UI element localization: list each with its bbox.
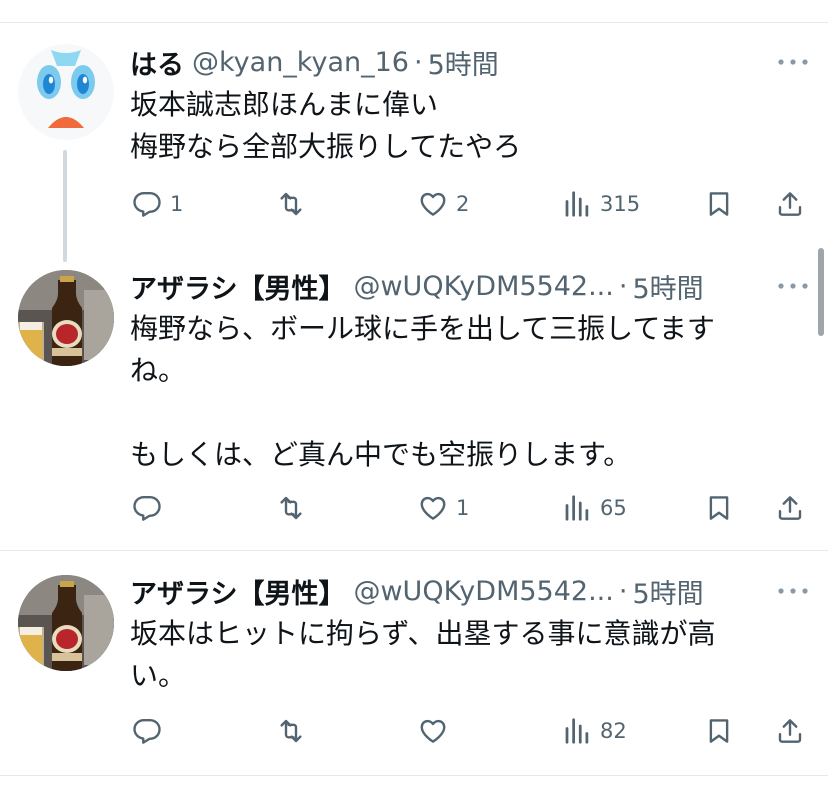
- like-button[interactable]: [418, 711, 456, 751]
- views-button[interactable]: 82: [562, 711, 627, 751]
- reply-button[interactable]: 1: [132, 184, 183, 224]
- like-icon: [418, 716, 448, 746]
- bottom-divider: [0, 775, 828, 776]
- bookmark-button[interactable]: [704, 488, 734, 528]
- retweet-button[interactable]: [276, 711, 314, 751]
- avatar[interactable]: [18, 575, 114, 671]
- more-icon[interactable]: [776, 581, 810, 601]
- avatar[interactable]: [18, 270, 114, 366]
- retweet-button[interactable]: [276, 184, 314, 224]
- round-creature-avatar-icon: [18, 44, 114, 140]
- views-icon: [562, 189, 592, 219]
- views-button[interactable]: 315: [562, 184, 640, 224]
- like-button[interactable]: 1: [418, 488, 469, 528]
- thread-line: [63, 150, 67, 262]
- share-icon: [775, 189, 805, 219]
- views-count: 315: [600, 192, 641, 216]
- like-icon: [418, 189, 448, 219]
- display-name[interactable]: アザラシ【男性】: [130, 267, 345, 306]
- share-button[interactable]: [775, 711, 805, 751]
- reply-count: 1: [170, 192, 184, 216]
- tweet-header: はる @kyan_kyan_16 · 5時間: [130, 43, 499, 82]
- share-button[interactable]: [775, 184, 805, 224]
- bookmark-icon: [704, 189, 734, 219]
- user-handle[interactable]: @wUQKyDM5542...: [353, 271, 613, 302]
- tweet-text: 梅野なら、ボール球に手を出して三振してます ね。 もしくは、ど真ん中でも空振りし…: [130, 312, 715, 471]
- views-count: 65: [600, 496, 627, 520]
- like-count: 1: [456, 496, 470, 520]
- timestamp[interactable]: 5時間: [632, 267, 703, 306]
- timestamp[interactable]: 5時間: [428, 43, 499, 82]
- more-icon[interactable]: [776, 276, 810, 296]
- reply-button[interactable]: [132, 488, 170, 528]
- retweet-icon: [276, 716, 306, 746]
- tweet-2[interactable]: アザラシ【男性】 @wUQKyDM5542... · 5時間 梅野なら、ボール球…: [0, 250, 828, 550]
- user-handle[interactable]: @kyan_kyan_16: [192, 47, 409, 78]
- separator-dot: ·: [413, 46, 423, 78]
- more-icon[interactable]: [776, 52, 810, 72]
- user-handle[interactable]: @wUQKyDM5542...: [353, 576, 613, 607]
- scrollbar[interactable]: [818, 248, 824, 336]
- reply-icon: [132, 493, 162, 523]
- beer-bottle-avatar-icon: [18, 575, 114, 671]
- avatar[interactable]: [18, 44, 114, 140]
- views-count: 82: [600, 719, 627, 743]
- retweet-icon: [276, 493, 306, 523]
- display-name[interactable]: はる: [130, 43, 184, 82]
- share-icon: [775, 493, 805, 523]
- bookmark-button[interactable]: [704, 184, 734, 224]
- like-icon: [418, 493, 448, 523]
- views-icon: [562, 716, 592, 746]
- tweet-header: アザラシ【男性】 @wUQKyDM5542... · 5時間: [130, 267, 704, 306]
- like-button[interactable]: 2: [418, 184, 469, 224]
- tweet-header: アザラシ【男性】 @wUQKyDM5542... · 5時間: [130, 572, 704, 611]
- bookmark-icon: [704, 716, 734, 746]
- share-button[interactable]: [775, 488, 805, 528]
- beer-bottle-avatar-icon: [18, 270, 114, 366]
- like-count: 2: [456, 192, 470, 216]
- retweet-icon: [276, 189, 306, 219]
- reply-icon: [132, 189, 162, 219]
- bookmark-icon: [704, 493, 734, 523]
- views-icon: [562, 493, 592, 523]
- reply-icon: [132, 716, 162, 746]
- retweet-button[interactable]: [276, 488, 314, 528]
- views-button[interactable]: 65: [562, 488, 627, 528]
- tweet-text: 坂本誠志郎ほんまに偉い 梅野なら全部大振りしてたやろ: [130, 88, 522, 163]
- separator-dot: ·: [618, 270, 628, 302]
- tweet-3[interactable]: アザラシ【男性】 @wUQKyDM5542... · 5時間 坂本はヒットに拘ら…: [0, 551, 828, 776]
- tweet-text: 坂本はヒットに拘らず、出塁する事に意識が高 い。: [130, 617, 716, 692]
- separator-dot: ·: [618, 575, 628, 607]
- share-icon: [775, 716, 805, 746]
- reply-button[interactable]: [132, 711, 170, 751]
- tweet-1[interactable]: はる @kyan_kyan_16 · 5時間 坂本誠志郎ほんまに偉い 梅野なら全…: [0, 0, 828, 262]
- timestamp[interactable]: 5時間: [632, 572, 703, 611]
- display-name[interactable]: アザラシ【男性】: [130, 572, 345, 611]
- bookmark-button[interactable]: [704, 711, 734, 751]
